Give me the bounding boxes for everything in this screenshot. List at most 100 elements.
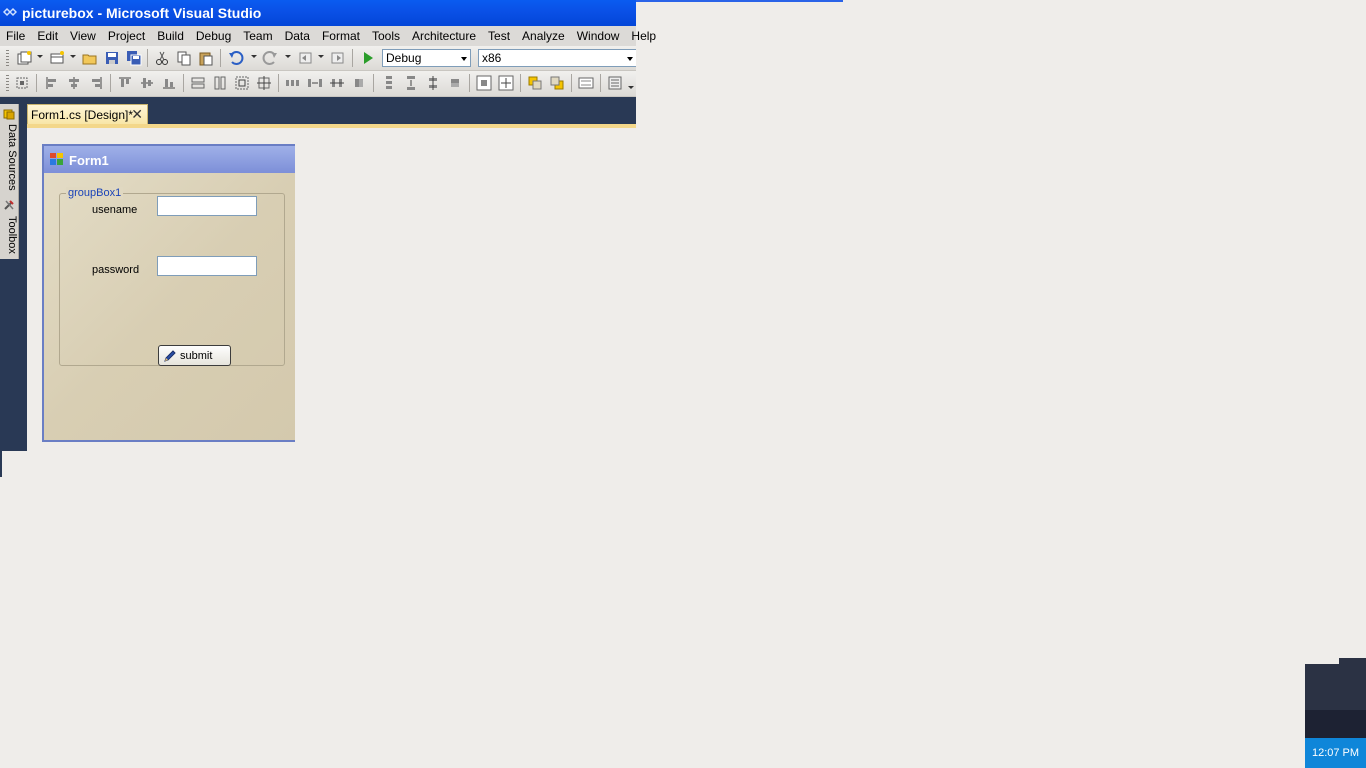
remove-horizontal-spacing-icon[interactable] [351,75,367,91]
open-file-icon[interactable] [82,50,98,66]
paste-icon[interactable] [198,50,214,66]
new-project-dropdown-arrow[interactable] [37,55,43,58]
form1-title-bar[interactable]: Form1 [44,146,295,173]
menu-file[interactable]: File [0,26,31,46]
add-item-icon[interactable] [49,50,65,66]
remove-vertical-spacing-icon[interactable] [447,75,463,91]
toolbar-separator [520,74,521,92]
toolbar-options-arrow[interactable] [628,86,634,89]
tab-order-icon[interactable] [578,75,594,91]
tab-label: Form1.cs [Design]* [31,108,134,122]
increase-horizontal-spacing-icon[interactable] [307,75,323,91]
form-icon [50,153,63,165]
solution-platform-value: x86 [482,51,502,65]
align-tops-icon[interactable] [117,75,133,91]
copy-icon[interactable] [176,50,192,66]
toolbar-separator [469,74,470,92]
make-same-size-icon[interactable] [256,75,272,91]
menu-test[interactable]: Test [482,26,516,46]
tab-form1-design[interactable]: Form1.cs [Design]* ✕ [27,104,148,124]
solution-configuration-select[interactable]: Debug [382,49,471,67]
align-to-grid-icon[interactable] [14,75,30,91]
menu-help[interactable]: Help [625,26,662,46]
toolbar-separator [147,49,148,67]
toolbar-separator [600,74,601,92]
visual-studio-icon [3,7,17,17]
username-input[interactable] [157,196,257,216]
data-sources-icon [3,109,15,120]
undo-icon[interactable] [228,50,244,66]
start-debugging-icon[interactable] [360,50,376,66]
menu-view[interactable]: View [64,26,102,46]
save-icon[interactable] [104,50,120,66]
size-to-grid-icon[interactable] [234,75,250,91]
taskbar-clock[interactable]: 12:07 PM [1305,738,1366,768]
menu-bar: File Edit View Project Build Debug Team … [0,26,656,46]
top-edge-line [636,0,843,2]
form1-title: Form1 [69,153,109,168]
center-horizontally-icon[interactable] [476,75,492,91]
redo-dropdown-arrow[interactable] [285,55,291,58]
send-to-back-icon[interactable] [549,75,565,91]
toolbox-icon [4,200,14,210]
menu-analyze[interactable]: Analyze [516,26,571,46]
password-input[interactable] [157,256,257,276]
new-project-icon[interactable] [16,50,32,66]
cut-icon[interactable] [154,50,170,66]
decrease-vertical-spacing-icon[interactable] [425,75,441,91]
align-bottoms-icon[interactable] [161,75,177,91]
menu-debug[interactable]: Debug [190,26,237,46]
close-icon[interactable]: ✕ [131,107,143,121]
chevron-down-icon [461,57,467,61]
make-horizontal-spacing-equal-icon[interactable] [285,75,301,91]
align-centers-icon[interactable] [66,75,82,91]
menu-tools[interactable]: Tools [366,26,406,46]
menu-format[interactable]: Format [316,26,366,46]
chevron-down-icon [627,57,633,61]
title-bar[interactable]: picturebox - Microsoft Visual Studio [0,0,636,26]
menu-architecture[interactable]: Architecture [406,26,482,46]
menu-build[interactable]: Build [151,26,190,46]
lock-controls-icon[interactable] [607,75,623,91]
add-item-dropdown-arrow[interactable] [70,55,76,58]
data-sources-tab[interactable]: Data Sources [0,124,18,191]
menu-team[interactable]: Team [237,26,278,46]
menu-project[interactable]: Project [102,26,151,46]
make-same-height-icon[interactable] [212,75,228,91]
toolbar-grip[interactable] [6,75,9,91]
side-panel-edge [0,451,2,477]
undo-dropdown-arrow[interactable] [251,55,257,58]
menu-data[interactable]: Data [279,26,316,46]
form1-window[interactable]: Form1 groupBox1 usename password submit [42,144,295,442]
align-rights-icon[interactable] [88,75,104,91]
menu-edit[interactable]: Edit [31,26,64,46]
align-lefts-icon[interactable] [44,75,60,91]
navigate-backward-dropdown-arrow[interactable] [318,55,324,58]
submit-button[interactable]: submit [158,345,231,366]
increase-vertical-spacing-icon[interactable] [403,75,419,91]
toolbar-grip[interactable] [6,50,9,66]
bring-to-front-icon[interactable] [527,75,543,91]
groupbox1[interactable]: groupBox1 usename password submit [59,187,285,366]
toolbar-separator [36,74,37,92]
decrease-horizontal-spacing-icon[interactable] [329,75,345,91]
make-same-width-icon[interactable] [190,75,206,91]
make-vertical-spacing-equal-icon[interactable] [381,75,397,91]
password-label: password [92,264,140,276]
toolbar-separator [571,74,572,92]
align-middles-icon[interactable] [139,75,155,91]
toolbar-separator [373,74,374,92]
window-title: picturebox - Microsoft Visual Studio [22,5,262,21]
save-all-icon[interactable] [126,50,142,66]
menu-window[interactable]: Window [571,26,626,46]
center-vertically-icon[interactable] [498,75,514,91]
layout-toolbar [0,71,636,97]
redo-icon[interactable] [262,50,278,66]
navigate-forward-icon[interactable] [330,50,346,66]
toolbox-tab[interactable]: Toolbox [0,216,18,254]
form1-client-area[interactable]: groupBox1 usename password submit [44,173,295,440]
taskbar-band [1305,710,1366,738]
solution-platform-select[interactable]: x86 [478,49,636,67]
toolbar-separator [183,74,184,92]
navigate-backward-icon[interactable] [298,50,314,66]
